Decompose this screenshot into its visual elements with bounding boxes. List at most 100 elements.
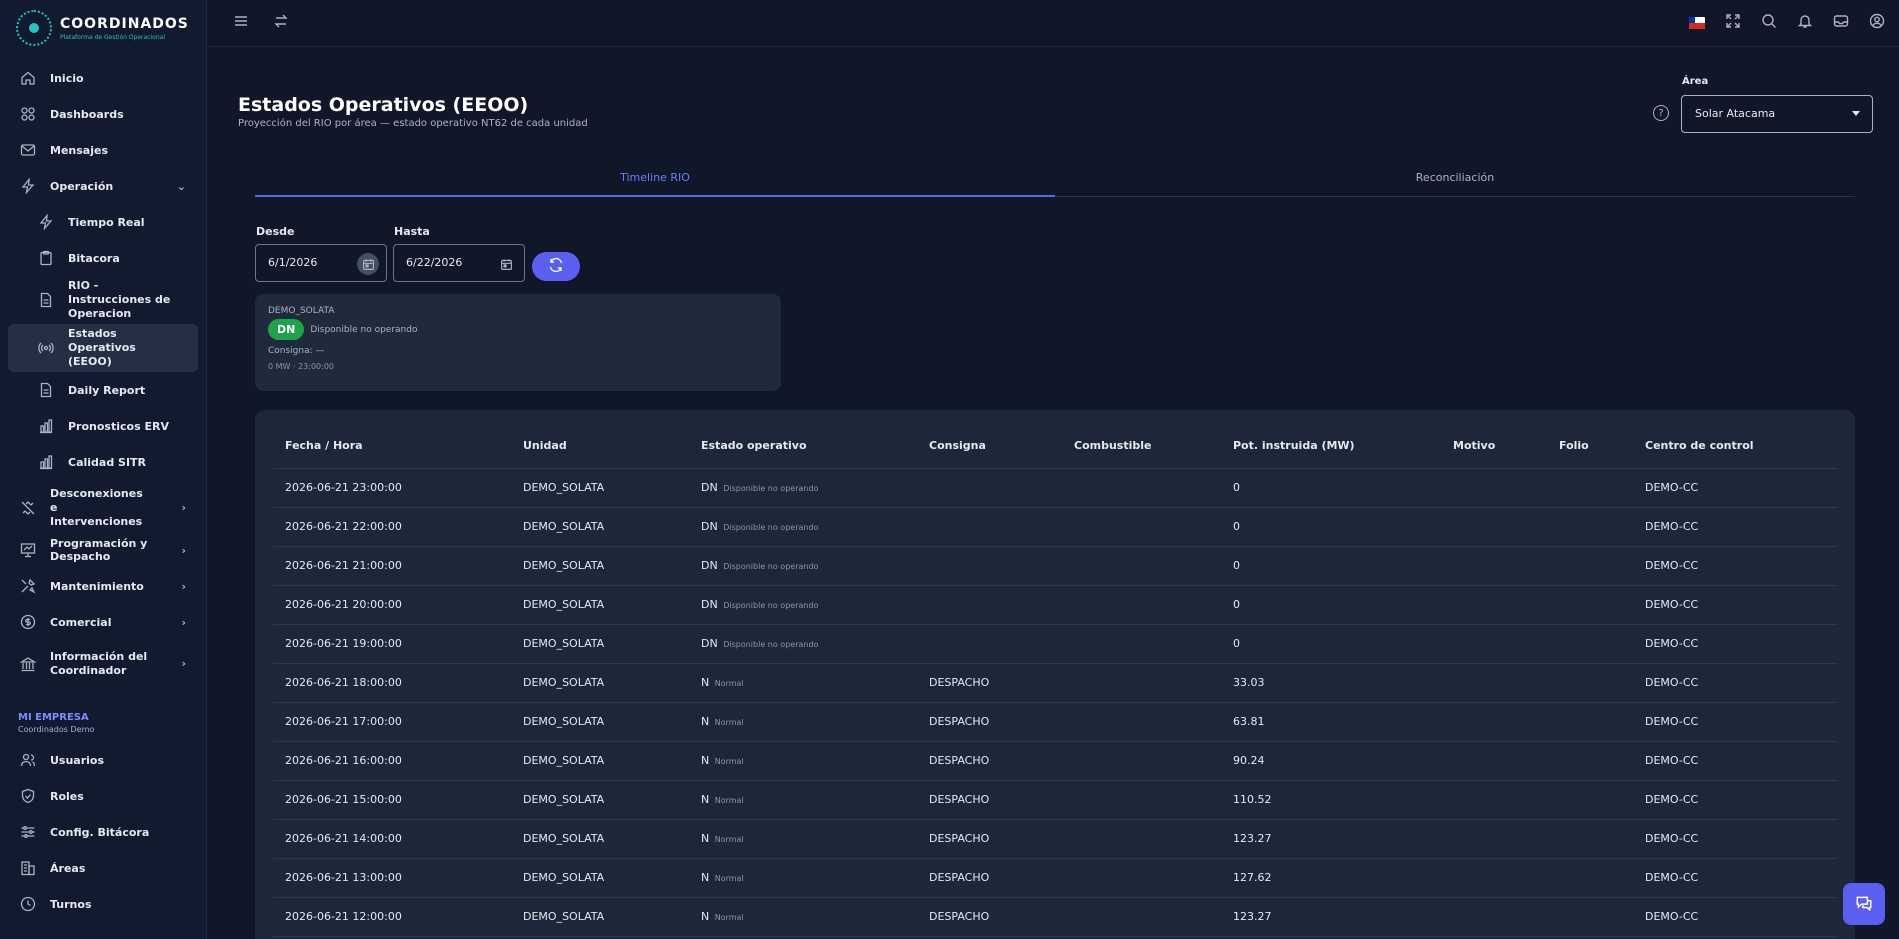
sidebar-item-bitacora[interactable]: Bitacora xyxy=(8,240,198,276)
table-row[interactable]: 2026-06-21 23:00:00 DEMO_SOLATA DN Disponi… xyxy=(273,468,1837,508)
cell-combustible xyxy=(1062,468,1221,508)
estado-desc: Normal xyxy=(714,913,744,922)
cell-estado: N Normal xyxy=(689,741,917,781)
clock-icon xyxy=(20,896,36,912)
tab-timeline-rio[interactable]: Timeline RIO xyxy=(255,165,1055,197)
cell-centro: DEMO-CC xyxy=(1633,897,1837,937)
dollar-icon xyxy=(20,614,36,630)
brand-logo[interactable]: COORDINADOS Plataforma de Gestión Operac… xyxy=(0,0,206,56)
area-select[interactable]: Solar Atacama xyxy=(1681,95,1873,133)
mail-icon xyxy=(20,142,36,158)
bolt-icon xyxy=(20,178,36,194)
sidebar-item-roles[interactable]: Roles xyxy=(8,778,198,814)
cell-unidad: DEMO_SOLATA xyxy=(511,897,689,937)
home-icon xyxy=(20,70,36,86)
sidebar-item-dashboards[interactable]: Dashboards xyxy=(8,96,198,132)
cell-estado: N Normal xyxy=(689,702,917,742)
column-header[interactable]: Centro de control xyxy=(1633,424,1837,469)
cell-folio xyxy=(1547,546,1633,586)
column-header[interactable]: Fecha / Hora xyxy=(273,424,511,469)
column-header[interactable]: Combustible xyxy=(1062,424,1221,469)
swap-icon[interactable] xyxy=(273,13,289,32)
eeoo-table: Fecha / Hora Unidad Estado operativo Con… xyxy=(273,424,1837,937)
table-row[interactable]: 2026-06-21 17:00:00 DEMO_SOLATA N Normal DE… xyxy=(273,702,1837,742)
sidebar-item-rio[interactable]: RIO - Instrucciones de Operacion xyxy=(8,276,198,324)
table-row[interactable]: 2026-06-21 15:00:00 DEMO_SOLATA N Normal DE… xyxy=(273,780,1837,820)
table-row[interactable]: 2026-06-21 19:00:00 DEMO_SOLATA DN Disponi… xyxy=(273,624,1837,664)
estado-desc: Normal xyxy=(714,757,744,766)
cell-combustible xyxy=(1062,741,1221,781)
cell-centro: DEMO-CC xyxy=(1633,507,1837,547)
section-sub: Coordinados Demo xyxy=(18,725,95,734)
cell-fecha: 2026-06-21 13:00:00 xyxy=(273,858,511,898)
column-header[interactable]: Estado operativo xyxy=(689,424,917,469)
refresh-button[interactable] xyxy=(532,252,580,281)
cell-consigna xyxy=(917,546,1062,586)
inbox-icon[interactable] xyxy=(1833,13,1849,32)
table-row[interactable]: 2026-06-21 16:00:00 DEMO_SOLATA N Normal DE… xyxy=(273,741,1837,781)
column-header[interactable]: Pot. instruida (MW) xyxy=(1221,424,1441,469)
sidebar-item-usuarios[interactable]: Usuarios xyxy=(8,742,198,778)
hasta-input[interactable]: 6/22/2026 xyxy=(393,244,525,282)
column-header[interactable]: Unidad xyxy=(511,424,689,469)
sidebar-item-mantenimiento[interactable]: Mantenimiento › xyxy=(8,568,198,604)
sidebar-item-daily-report[interactable]: Daily Report xyxy=(8,372,198,408)
bell-icon[interactable] xyxy=(1797,13,1813,32)
sidebar-item-comercial[interactable]: Comercial › xyxy=(8,604,198,640)
menu-icon[interactable] xyxy=(233,13,249,32)
sidebar-item-desconexiones[interactable]: Desconexiones e Intervenciones › xyxy=(8,484,198,532)
column-header[interactable]: Consigna xyxy=(917,424,1062,469)
tab-reconciliacion[interactable]: Reconciliación xyxy=(1055,165,1855,196)
sidebar-item-label: Mensajes xyxy=(50,143,108,157)
sidebar-item-pronosticos-erv[interactable]: Pronosticos ERV xyxy=(8,408,198,444)
flag-icon[interactable] xyxy=(1689,16,1705,29)
tools-icon xyxy=(20,578,36,594)
help-icon[interactable]: ? xyxy=(1653,105,1669,121)
cell-pot: 0 xyxy=(1221,624,1441,664)
unit-card[interactable]: DEMO_SOLATA DN Disponible no operando Co… xyxy=(255,294,781,391)
cell-consigna xyxy=(917,468,1062,508)
sidebar-item-inicio[interactable]: Inicio xyxy=(8,60,198,96)
table-row[interactable]: 2026-06-21 13:00:00 DEMO_SOLATA N Normal DE… xyxy=(273,858,1837,898)
sidebar-item-tiempo-real[interactable]: Tiempo Real xyxy=(8,204,198,240)
cell-motivo xyxy=(1441,741,1547,781)
sidebar-item-informacion[interactable]: Información del Coordinador › xyxy=(8,640,198,688)
sidebar-item-areas[interactable]: Áreas xyxy=(8,850,198,886)
cell-unidad: DEMO_SOLATA xyxy=(511,468,689,508)
sidebar-item-turnos[interactable]: Turnos xyxy=(8,886,198,922)
search-icon[interactable] xyxy=(1761,13,1777,32)
fullscreen-icon[interactable] xyxy=(1725,13,1741,32)
table-row[interactable]: 2026-06-21 14:00:00 DEMO_SOLATA N Normal DE… xyxy=(273,819,1837,859)
column-header[interactable]: Motivo xyxy=(1441,424,1547,469)
estado-code: N xyxy=(701,793,710,806)
sidebar-item-mensajes[interactable]: Mensajes xyxy=(8,132,198,168)
table-row[interactable]: 2026-06-21 12:00:00 DEMO_SOLATA N Normal DE… xyxy=(273,897,1837,937)
estado-code: N xyxy=(701,715,710,728)
cell-folio xyxy=(1547,468,1633,508)
table-row[interactable]: 2026-06-21 22:00:00 DEMO_SOLATA DN Disponi… xyxy=(273,507,1837,547)
table-row[interactable]: 2026-06-21 18:00:00 DEMO_SOLATA N Normal DE… xyxy=(273,663,1837,703)
calendar-icon[interactable] xyxy=(495,253,517,275)
cell-combustible xyxy=(1062,585,1221,625)
column-header[interactable]: Folio xyxy=(1547,424,1633,469)
cell-combustible xyxy=(1062,663,1221,703)
sidebar-item-programacion[interactable]: Programación y Despacho › xyxy=(8,532,198,568)
calendar-icon[interactable] xyxy=(357,253,379,275)
cell-folio xyxy=(1547,741,1633,781)
sidebar-item-calidad-sitr[interactable]: Calidad SITR xyxy=(8,444,198,480)
sidebar-item-config-bitacora[interactable]: Config. Bitácora xyxy=(8,814,198,850)
hasta-label: Hasta xyxy=(394,225,430,238)
cell-fecha: 2026-06-21 19:00:00 xyxy=(273,624,511,664)
table-row[interactable]: 2026-06-21 21:00:00 DEMO_SOLATA DN Disponi… xyxy=(273,546,1837,586)
desde-input[interactable]: 6/1/2026 xyxy=(255,244,387,282)
sidebar-item-operacion[interactable]: Operación ⌄ xyxy=(8,168,198,204)
cell-combustible xyxy=(1062,897,1221,937)
cell-motivo xyxy=(1441,858,1547,898)
sidebar-item-estados-operativos[interactable]: Estados Operativos (EEOO) xyxy=(8,324,198,372)
table-row[interactable]: 2026-06-21 20:00:00 DEMO_SOLATA DN Disponi… xyxy=(273,585,1837,625)
user-icon[interactable] xyxy=(1869,13,1885,32)
area-label: Área xyxy=(1682,76,1709,87)
cell-pot: 0 xyxy=(1221,468,1441,508)
chat-button[interactable] xyxy=(1843,883,1885,925)
cell-consigna: DESPACHO xyxy=(917,663,1062,703)
